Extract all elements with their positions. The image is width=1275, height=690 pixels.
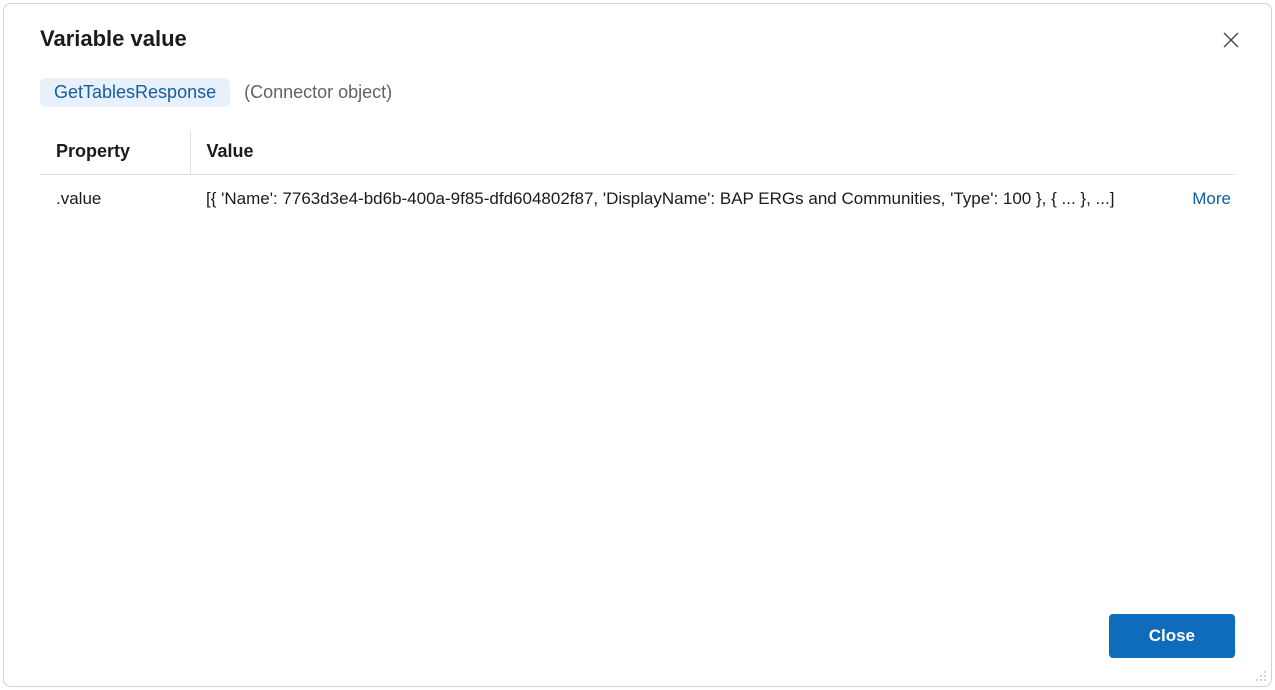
dialog-title: Variable value: [40, 26, 187, 52]
dialog-header: Variable value: [4, 4, 1271, 52]
column-header-value: Value: [190, 131, 1235, 175]
table-row: .value [{ 'Name': 7763d3e4-bd6b-400a-9f8…: [40, 175, 1235, 224]
column-header-property: Property: [40, 131, 190, 175]
property-table-wrapper: Property Value .value [{ 'Name': 7763d3e…: [4, 107, 1271, 596]
type-row: GetTablesResponse (Connector object): [4, 52, 1271, 107]
close-icon[interactable]: [1219, 28, 1243, 52]
type-description: (Connector object): [244, 82, 392, 103]
property-table: Property Value .value [{ 'Name': 7763d3e…: [40, 131, 1235, 223]
dialog-footer: Close: [4, 596, 1271, 686]
more-link[interactable]: More: [1192, 189, 1235, 209]
resize-grip-icon[interactable]: [1253, 668, 1267, 682]
value-text: [{ 'Name': 7763d3e4-bd6b-400a-9f85-dfd60…: [206, 189, 1172, 209]
type-chip[interactable]: GetTablesResponse: [40, 78, 230, 107]
variable-value-dialog: Variable value GetTablesResponse (Connec…: [3, 3, 1272, 687]
property-cell: .value: [40, 175, 190, 224]
value-cell: [{ 'Name': 7763d3e4-bd6b-400a-9f85-dfd60…: [190, 175, 1235, 224]
close-button[interactable]: Close: [1109, 614, 1235, 658]
table-header-row: Property Value: [40, 131, 1235, 175]
